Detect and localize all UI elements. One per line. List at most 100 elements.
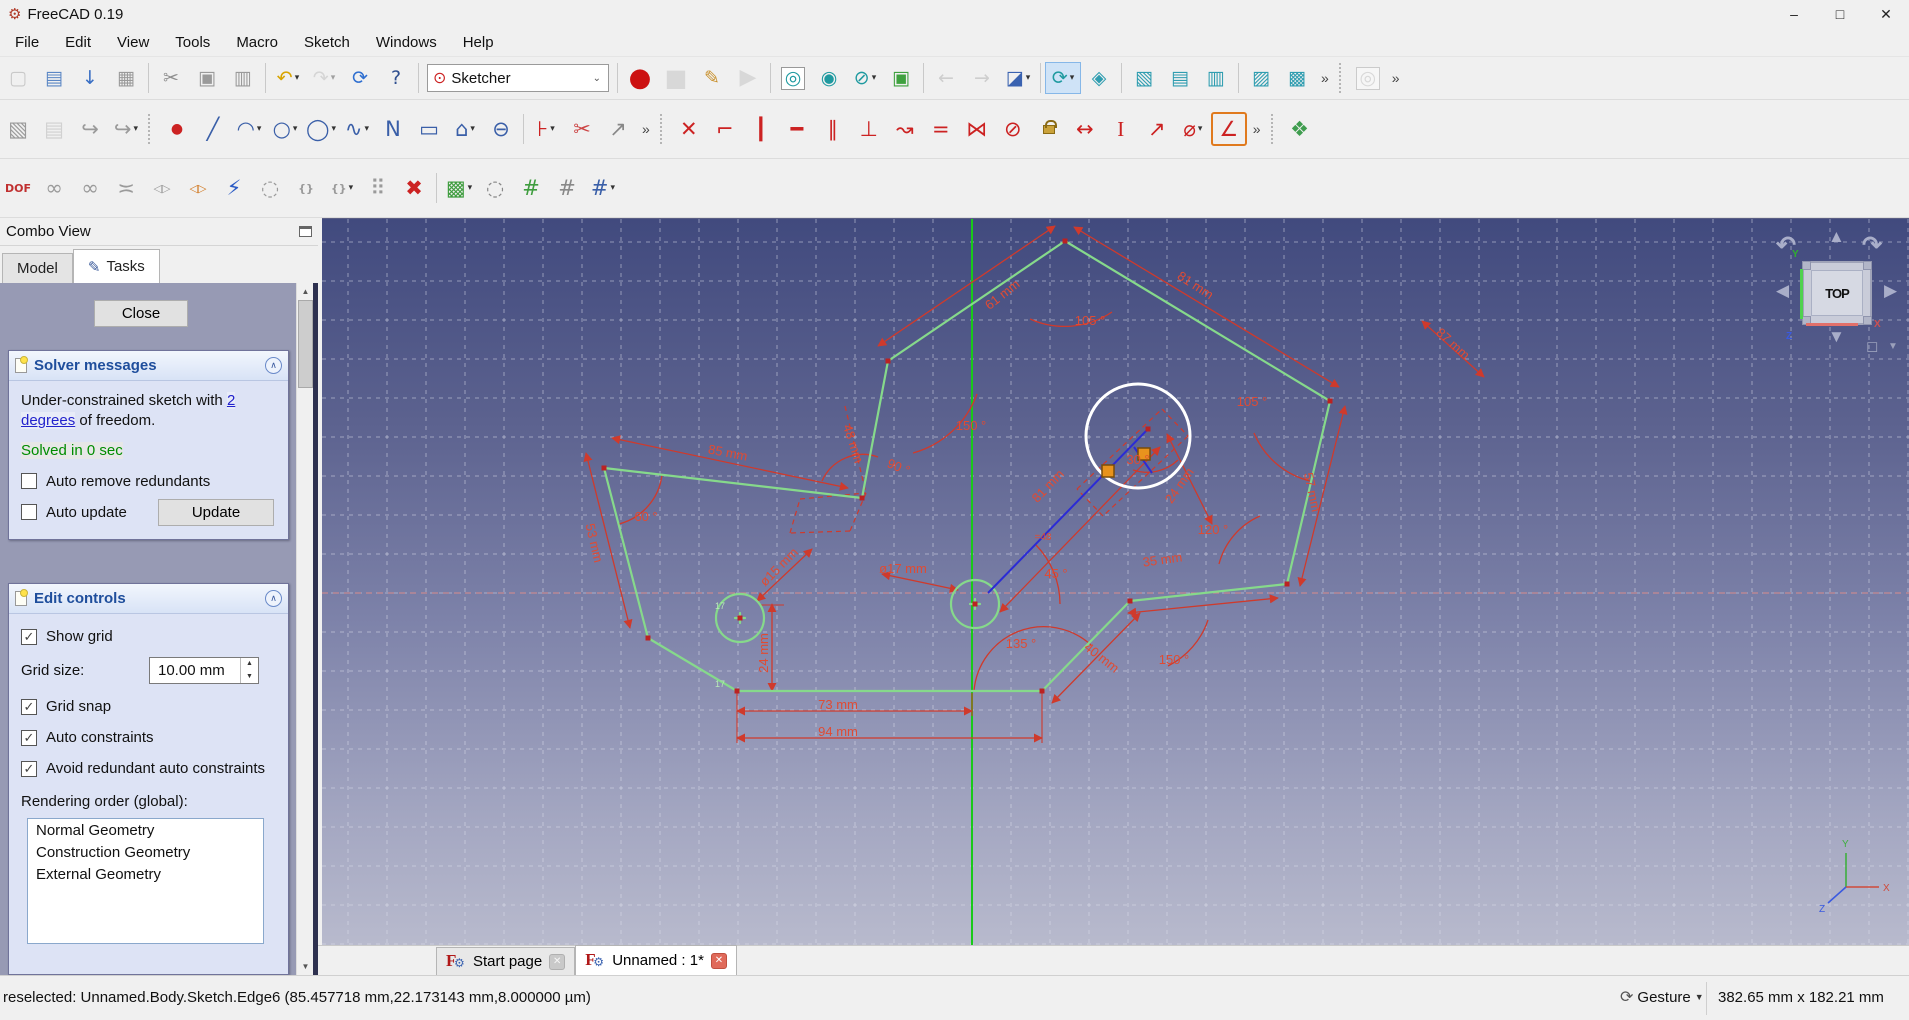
- menu-item-file[interactable]: File: [2, 30, 52, 55]
- chevron-down-icon[interactable]: ▾: [257, 124, 262, 134]
- nav-right-icon[interactable]: ▶: [1884, 281, 1897, 301]
- nav-back-button[interactable]: ←: [928, 62, 964, 94]
- show-hide-internal-geometry-button[interactable]: ◌: [252, 171, 288, 205]
- chevron-down-icon[interactable]: ▾: [1198, 124, 1203, 134]
- render-order-item[interactable]: Construction Geometry: [28, 841, 263, 863]
- constraint-block-button[interactable]: ⊘: [995, 112, 1031, 146]
- view-axonometric-button[interactable]: ◈: [1081, 62, 1117, 94]
- box-selection-button[interactable]: ▣: [883, 62, 919, 94]
- 3d-viewport[interactable]: 85 mm 90 ° 48 mm 60 ° 53 mm 150 ° 61 mm 81 mm 87…: [322, 218, 1909, 945]
- collapse-section-icon[interactable]: ∧: [265, 357, 282, 374]
- chevron-down-icon[interactable]: ▾: [611, 183, 616, 193]
- panel-scrollbar[interactable]: ▲ ▼: [296, 283, 313, 975]
- nav-up-icon[interactable]: ▲: [1828, 227, 1845, 247]
- spin-up-icon[interactable]: ▲: [241, 658, 258, 671]
- macro-play-button[interactable]: ▶: [730, 62, 766, 94]
- view-right-button[interactable]: ▥: [1198, 62, 1234, 94]
- select-constraints-button[interactable]: ∞: [36, 171, 72, 205]
- workbench-selector-combo[interactable]: ⊙ Sketcher ⌄: [427, 64, 609, 92]
- menu-item-tools[interactable]: Tools: [162, 30, 223, 55]
- toggle-snap-button[interactable]: ◌: [477, 171, 513, 205]
- close-tab-icon[interactable]: ✕: [710, 952, 727, 969]
- macro-record-button[interactable]: ●: [622, 62, 658, 94]
- navigation-style-selector[interactable]: ⟳ Gesture ▼: [1620, 987, 1704, 1007]
- constraint-angle-button[interactable]: ∠: [1210, 112, 1247, 146]
- maximize-button[interactable]: □: [1817, 0, 1863, 28]
- sync-view-button[interactable]: ⟳ ▾: [1045, 62, 1081, 94]
- menu-item-sketch[interactable]: Sketch: [291, 30, 363, 55]
- scroll-thumb[interactable]: [298, 300, 313, 388]
- open-file-button[interactable]: ▤: [36, 62, 72, 94]
- menu-item-macro[interactable]: Macro: [223, 30, 291, 55]
- select-dof-button[interactable]: DOF: [0, 171, 36, 205]
- minimize-button[interactable]: –: [1771, 0, 1817, 28]
- select-redundant-button[interactable]: ≍: [108, 171, 144, 205]
- sketch-canvas[interactable]: 85 mm90 °48 mm60 °53 mm150 °61 mm 81 mm87…: [322, 219, 1909, 945]
- macro-stop-button[interactable]: ■: [658, 62, 694, 94]
- nav-cube-face[interactable]: TOP: [1802, 261, 1872, 325]
- sketch-fillet-button[interactable]: ⊦ ▾: [528, 112, 564, 146]
- auto-update-checkbox[interactable]: [21, 504, 37, 520]
- menu-item-help[interactable]: Help: [450, 30, 507, 55]
- nav-corner[interactable]: [1802, 261, 1811, 270]
- chevron-down-icon[interactable]: ▾: [349, 183, 354, 193]
- document-tab-start-page[interactable]: F ⚙ Start page ✕: [436, 947, 576, 975]
- measure-button[interactable]: ◎: [1350, 62, 1386, 94]
- chevron-down-icon[interactable]: ▾: [1070, 73, 1075, 83]
- view-bottom-button[interactable]: ▩: [1279, 62, 1315, 94]
- whats-this-button[interactable]: ?: [378, 62, 414, 94]
- grid-size-spinbox[interactable]: 10.00 mm ▲ ▼: [149, 657, 259, 684]
- make-link-button[interactable]: ↪: [72, 112, 108, 146]
- constraint-distance-button[interactable]: ↗: [1139, 112, 1175, 146]
- sketch-conic-button[interactable]: ◯ ▾: [303, 112, 339, 146]
- show-points-button[interactable]: ⠿: [360, 171, 396, 205]
- sketch-arc-button[interactable]: ◠ ▾: [231, 112, 267, 146]
- refresh-button[interactable]: ⟳: [342, 62, 378, 94]
- constraint-parallel-button[interactable]: ∥: [815, 112, 851, 146]
- paste-button[interactable]: ▥: [225, 62, 261, 94]
- geometry-overflow[interactable]: »: [636, 121, 656, 137]
- chevron-down-icon[interactable]: ▾: [468, 183, 473, 193]
- copy-button[interactable]: ▣: [189, 62, 225, 94]
- constraint-point-on-object-button[interactable]: ⌐: [707, 112, 743, 146]
- rendering-order-list[interactable]: Normal Geometry Construction Geometry Exte…: [27, 818, 264, 944]
- redo-button[interactable]: ↷ ▾: [306, 62, 342, 94]
- sketch-circle-button[interactable]: ○ ▾: [267, 112, 303, 146]
- chevron-down-icon[interactable]: ▾: [295, 73, 300, 83]
- auto-constraints-checkbox[interactable]: ✓: [21, 729, 37, 746]
- chevron-down-icon[interactable]: ▾: [365, 124, 370, 134]
- constraint-vertical-button[interactable]: ┃: [743, 112, 779, 146]
- render-order-button[interactable]: # ▾: [585, 171, 621, 205]
- make-sub-link-button[interactable]: ↪ ▾: [108, 112, 144, 146]
- constraint-coincident-button[interactable]: ✕: [671, 112, 707, 146]
- menu-item-view[interactable]: View: [104, 30, 162, 55]
- sketch-view-section-button[interactable]: ❖: [1282, 112, 1318, 146]
- new-file-button[interactable]: ▢: [0, 62, 36, 94]
- menu-item-windows[interactable]: Windows: [363, 30, 450, 55]
- cut-button[interactable]: ✂: [153, 62, 189, 94]
- gesture-dropdown-icon[interactable]: ▼: [1695, 992, 1704, 1002]
- undo-button[interactable]: ↶ ▾: [270, 62, 306, 94]
- chevron-down-icon[interactable]: ▾: [470, 124, 475, 134]
- constraint-lock-button[interactable]: [1031, 112, 1067, 146]
- rotate-right-icon[interactable]: ↷: [1862, 231, 1882, 260]
- chevron-down-icon[interactable]: ▾: [872, 73, 877, 83]
- document-tab-unnamed[interactable]: F ⚙ Unnamed : 1* ✕: [575, 945, 737, 975]
- snap-grid-button[interactable]: #: [513, 171, 549, 205]
- nav-forward-button[interactable]: →: [964, 62, 1000, 94]
- toolbar-overflow-1[interactable]: »: [1315, 70, 1335, 86]
- render-order-item[interactable]: Normal Geometry: [28, 819, 263, 841]
- auto-remove-redundants-checkbox[interactable]: [21, 473, 37, 489]
- toolbar-overflow-2[interactable]: »: [1386, 70, 1406, 86]
- select-elements-with-dof-button[interactable]: ∞: [72, 171, 108, 205]
- tab-tasks[interactable]: ✎ Tasks: [72, 249, 160, 283]
- show-grid-checkbox[interactable]: ✓: [21, 628, 37, 645]
- structure-box-button[interactable]: ▧: [0, 112, 36, 146]
- switch-virtual-space-button[interactable]: {}: [288, 171, 324, 205]
- float-panel-icon[interactable]: [299, 226, 312, 237]
- nav-small-cube-icon[interactable]: ◻: [1866, 337, 1878, 355]
- macro-edit-button[interactable]: ✎: [694, 62, 730, 94]
- sketch-bspline-button[interactable]: ∿ ▾: [339, 112, 375, 146]
- chevron-down-icon[interactable]: ▾: [1026, 73, 1031, 83]
- sketch-line-button[interactable]: ╱: [195, 112, 231, 146]
